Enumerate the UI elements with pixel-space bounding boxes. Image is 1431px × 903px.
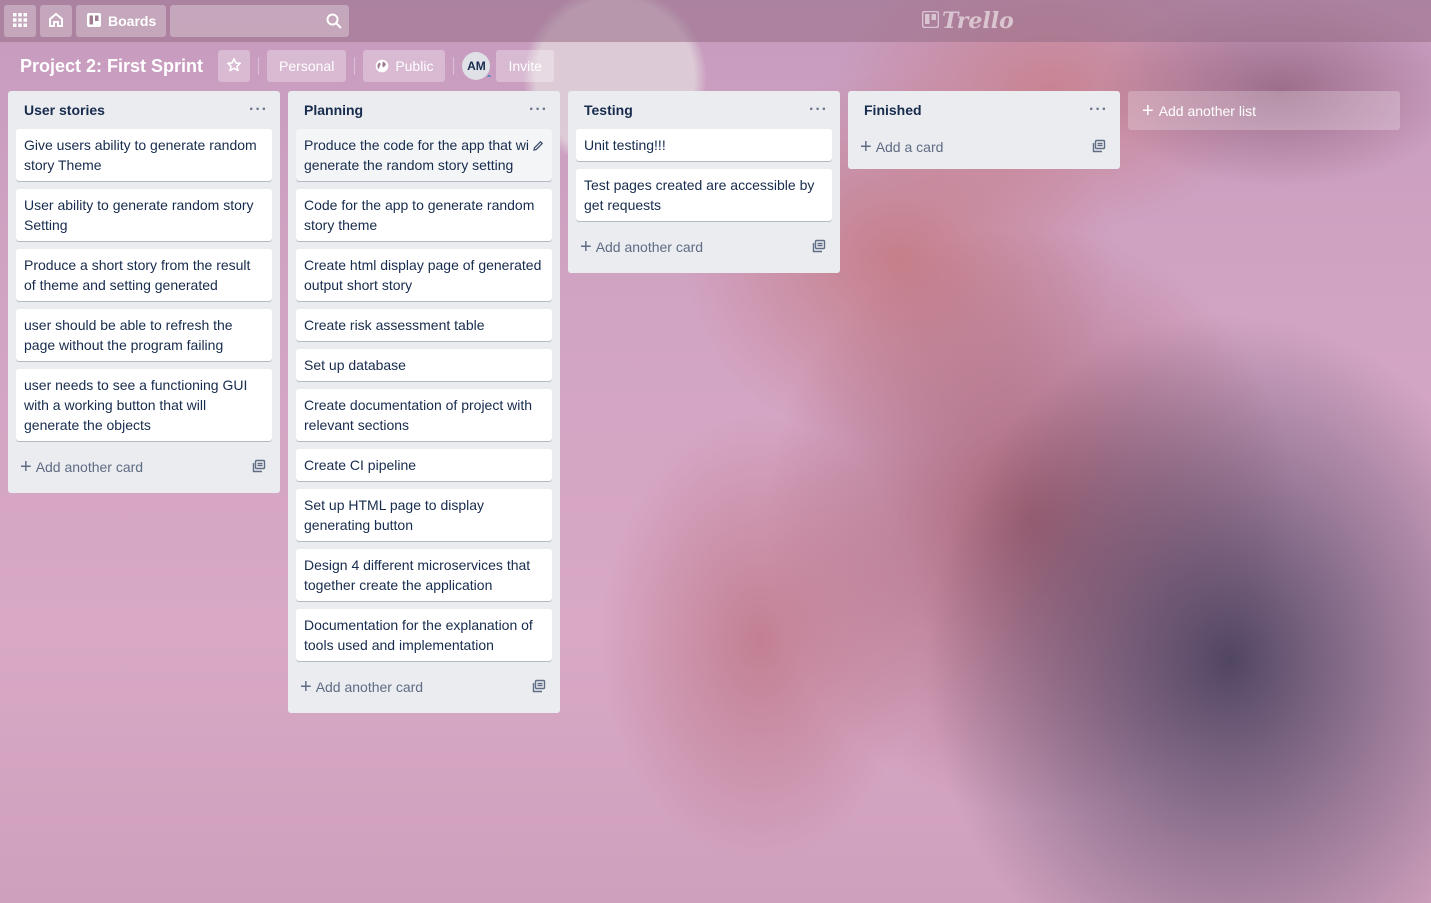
list-header[interactable]: Testing ··· [576,91,832,129]
add-card-label: Add a card [875,139,944,155]
list-card[interactable]: Create html display page of generated ou… [296,249,552,301]
list-card[interactable]: Create CI pipeline [296,449,552,481]
add-card-button[interactable]: + Add another card [296,669,552,705]
invite-label: Invite [508,58,542,74]
list-header[interactable]: Planning ··· [296,91,552,129]
avatar-initials: AM [467,59,486,73]
list-header[interactable]: Finished ··· [856,91,1112,129]
more-dots-icon[interactable]: ··· [529,102,548,118]
list-card[interactable]: Create documentation of project with rel… [296,389,552,441]
apps-button[interactable] [4,5,36,37]
list-card[interactable]: Unit testing!!! [576,129,832,161]
list-title[interactable]: Testing [584,102,633,118]
list-card[interactable]: Code for the app to generate random stor… [296,189,552,241]
avatar[interactable]: AM ⌃ [462,52,493,83]
more-dots-icon[interactable]: ··· [1089,102,1108,118]
list-card[interactable]: Produce a short story from the result of… [16,249,272,301]
search-box[interactable] [170,5,350,37]
add-card-label: Add another card [35,459,144,475]
star-button[interactable] [218,50,251,82]
more-dots-icon[interactable]: ··· [809,102,828,118]
boards-icon [86,12,102,31]
list-planning: Planning ··· Produce the code for the ap… [288,91,560,713]
add-card-button[interactable]: + Add another card [16,449,272,485]
more-dots-icon[interactable]: ··· [249,102,268,118]
top-bar: Boards Trello [0,0,1431,42]
board-header: Project 2: First Sprint Personal Public … [0,48,1431,84]
list-card[interactable]: user needs to see a functioning GUI with… [16,369,272,441]
public-label: Public [395,58,434,74]
home-icon [47,11,65,32]
public-visibility-button[interactable]: Public [363,50,446,82]
list-finished: Finished ··· + Add a card [848,91,1120,169]
list-card[interactable]: Create risk assessment table [296,309,552,341]
team-visibility-button[interactable]: Personal [267,50,347,82]
list-title[interactable]: User stories [24,102,105,118]
add-list-label: Add another list [1158,102,1256,119]
plus-icon: + [1142,99,1154,122]
search-input[interactable] [170,5,350,37]
list-card[interactable]: Documentation for the explanation of too… [296,609,552,661]
list-testing: Testing ··· Unit testing!!! Test pages c… [568,91,840,273]
team-label: Personal [279,58,335,74]
star-icon [226,57,242,76]
trello-logo-icon [921,8,940,34]
card-template-icon[interactable] [252,459,266,476]
list-user-stories: User stories ··· Give users ability to g… [8,91,280,493]
list-card[interactable]: Set up HTML page to display generating b… [296,489,552,541]
home-button[interactable] [40,5,72,37]
list-card[interactable]: user should be able to refresh the page … [16,309,272,361]
search-icon[interactable] [325,12,343,35]
invite-button[interactable]: Invite [496,50,554,82]
list-card[interactable]: Produce the code for the app that wi gen… [296,129,552,181]
boards-label: Boards [108,13,157,29]
list-card[interactable]: Give users ability to generate random st… [16,129,272,181]
add-card-button[interactable]: + Add another card [576,229,832,265]
add-card-label: Add another card [595,239,704,255]
list-card[interactable]: Set up database [296,349,552,381]
add-list-button[interactable]: + Add another list [1128,91,1400,130]
plus-icon: + [860,136,872,158]
list-header[interactable]: User stories ··· [16,91,272,129]
card-title: Produce the code for the app that wi gen… [304,137,529,173]
divider [453,57,455,75]
list-title[interactable]: Finished [864,102,922,118]
boards-button[interactable]: Boards [76,5,167,37]
list-card[interactable]: User ability to generate random story Se… [16,189,272,241]
add-card-button[interactable]: + Add a card [856,129,1112,165]
add-card-label: Add another card [315,679,424,695]
list-title[interactable]: Planning [304,102,363,118]
list-card[interactable]: Design 4 different microservices that to… [296,549,552,601]
divider [354,57,356,75]
admin-chevron-icon: ⌃ [485,74,493,83]
list-card[interactable]: Test pages created are accessible by get… [576,169,832,221]
card-template-icon[interactable] [812,239,826,256]
board-title[interactable]: Project 2: First Sprint [20,56,203,77]
card-template-icon[interactable] [532,679,546,696]
globe-icon [375,59,389,73]
card-template-icon[interactable] [1092,139,1106,156]
divider [258,57,260,75]
apps-grid-icon [12,12,28,31]
trello-logo-text: Trello [942,8,1014,34]
trello-logo[interactable]: Trello [921,8,1014,34]
pencil-icon[interactable] [532,137,544,157]
plus-icon: + [300,676,312,698]
plus-icon: + [580,236,592,258]
plus-icon: + [20,456,32,478]
